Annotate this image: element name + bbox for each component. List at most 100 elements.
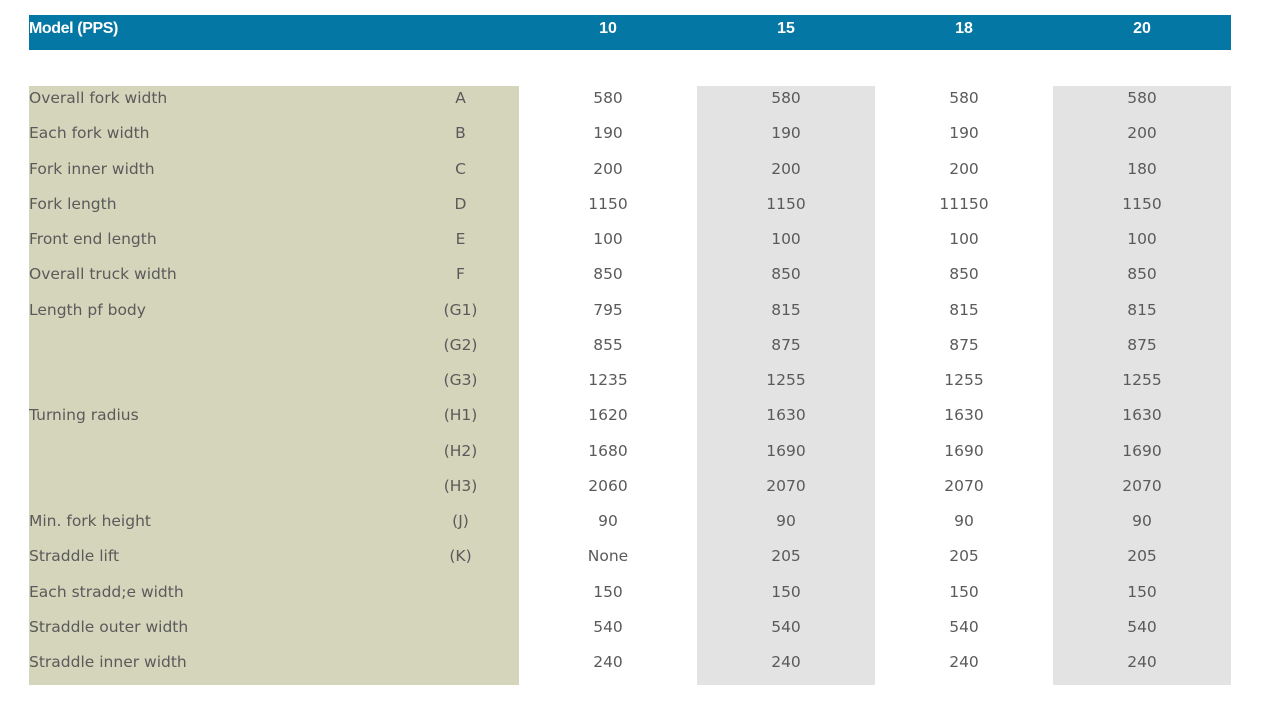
dimension-code: (G3) bbox=[443, 371, 478, 389]
dimension-code: (K) bbox=[449, 547, 472, 566]
spec-label: Length pf body bbox=[29, 300, 146, 319]
table-row: Straddle lift (K) None 205 205 205 bbox=[0, 539, 1264, 574]
value-model-18: 2070 bbox=[944, 476, 984, 495]
spec-label: Overall fork width bbox=[29, 89, 168, 107]
value-model-20: 815 bbox=[1127, 300, 1157, 319]
value-model-10: 2060 bbox=[588, 476, 628, 495]
table-row: (G3) 1235 1255 1255 1255 bbox=[0, 363, 1264, 398]
spec-label: Each fork width bbox=[29, 124, 150, 143]
value-model-20: 200 bbox=[1127, 124, 1157, 143]
value-model-15: 190 bbox=[771, 124, 801, 143]
table-header: Model (PPS) 10 15 18 20 bbox=[29, 15, 1231, 50]
value-model-10: 795 bbox=[593, 300, 623, 319]
value-model-10: 1235 bbox=[588, 371, 628, 389]
value-model-18: 1630 bbox=[944, 406, 984, 425]
value-model-15: 580 bbox=[771, 89, 801, 107]
dimension-code bbox=[400, 645, 521, 680]
value-model-18: 815 bbox=[949, 300, 979, 319]
value-model-18: 205 bbox=[949, 547, 979, 566]
value-model-18: 1255 bbox=[944, 371, 984, 389]
spec-label: Fork inner width bbox=[29, 159, 155, 178]
value-model-20: 2070 bbox=[1122, 476, 1162, 495]
dimension-code: (J) bbox=[452, 512, 469, 530]
value-model-10: 540 bbox=[593, 617, 623, 636]
dimension-code: D bbox=[454, 194, 467, 213]
value-model-18: 540 bbox=[949, 617, 979, 636]
dimension-code: (G1) bbox=[443, 300, 478, 319]
value-model-10: 150 bbox=[593, 582, 623, 601]
table-row: (H2) 1680 1690 1690 1690 bbox=[0, 434, 1264, 469]
dimension-code: (H2) bbox=[443, 441, 478, 460]
table-row: Turning radius (H1) 1620 1630 1630 1630 bbox=[0, 398, 1264, 433]
dimension-code: C bbox=[455, 159, 466, 178]
value-model-15: 100 bbox=[771, 230, 801, 248]
value-model-15: 2070 bbox=[766, 476, 806, 495]
value-model-15: 1690 bbox=[766, 441, 806, 460]
model-header-10: 10 bbox=[599, 20, 617, 37]
value-model-20: 1255 bbox=[1122, 371, 1162, 389]
value-model-15: 240 bbox=[771, 653, 801, 671]
spec-label: Min. fork height bbox=[29, 512, 151, 530]
dimension-code: (H3) bbox=[443, 476, 478, 495]
value-model-20: 540 bbox=[1127, 617, 1157, 636]
value-model-18: 875 bbox=[949, 335, 979, 354]
value-model-20: 180 bbox=[1127, 159, 1157, 178]
value-model-20: 150 bbox=[1127, 582, 1157, 601]
dimension-code: B bbox=[455, 124, 466, 143]
spec-label: Straddle lift bbox=[29, 547, 120, 566]
table-row: (G2) 855 875 875 875 bbox=[0, 328, 1264, 363]
table-row: Overall truck width F 850 850 850 850 bbox=[0, 257, 1264, 292]
dimension-code: A bbox=[455, 89, 466, 107]
table-row: Each fork width B 190 190 190 200 bbox=[0, 116, 1264, 151]
value-model-10: 190 bbox=[593, 124, 623, 143]
dimension-code: F bbox=[456, 265, 465, 284]
value-model-18: 150 bbox=[949, 582, 979, 601]
spec-label: Front end length bbox=[29, 230, 157, 248]
value-model-10: 240 bbox=[593, 653, 623, 671]
model-header-label: Model (PPS) bbox=[29, 20, 118, 37]
table-row: Straddle inner width 240 240 240 240 bbox=[0, 645, 1264, 680]
value-model-20: 1690 bbox=[1122, 441, 1162, 460]
value-model-18: 200 bbox=[949, 159, 979, 178]
value-model-18: 580 bbox=[949, 89, 979, 107]
value-model-15: 850 bbox=[771, 265, 801, 284]
value-model-20: 580 bbox=[1127, 89, 1157, 107]
spec-label: Straddle outer width bbox=[29, 617, 189, 636]
value-model-10: None bbox=[587, 547, 629, 566]
value-model-10: 1150 bbox=[588, 194, 628, 213]
value-model-15: 1630 bbox=[766, 406, 806, 425]
value-model-20: 205 bbox=[1127, 547, 1157, 566]
value-model-10: 850 bbox=[593, 265, 623, 284]
table-row: Min. fork height (J) 90 90 90 90 bbox=[0, 504, 1264, 539]
dimension-code: (H1) bbox=[443, 406, 478, 425]
value-model-15: 205 bbox=[771, 547, 801, 566]
value-model-18: 1690 bbox=[944, 441, 984, 460]
value-model-18: 100 bbox=[949, 230, 979, 248]
table-row: Fork inner width C 200 200 200 180 bbox=[0, 152, 1264, 187]
dimension-code: E bbox=[455, 230, 466, 248]
table-row: (H3) 2060 2070 2070 2070 bbox=[0, 469, 1264, 504]
value-model-15: 200 bbox=[771, 159, 801, 178]
value-model-10: 855 bbox=[593, 335, 623, 354]
value-model-10: 100 bbox=[593, 230, 623, 248]
value-model-10: 1680 bbox=[588, 441, 628, 460]
value-model-18: 190 bbox=[949, 124, 979, 143]
value-model-20: 240 bbox=[1127, 653, 1157, 671]
table-row: Fork length D 1150 1150 11150 1150 bbox=[0, 187, 1264, 222]
model-header-20: 20 bbox=[1133, 20, 1151, 37]
value-model-15: 540 bbox=[771, 617, 801, 636]
table-row: Straddle outer width 540 540 540 540 bbox=[0, 610, 1264, 645]
table-row: Length pf body (G1) 795 815 815 815 bbox=[0, 293, 1264, 328]
value-model-18: 90 bbox=[954, 512, 974, 530]
value-model-18: 850 bbox=[949, 265, 979, 284]
value-model-15: 90 bbox=[776, 512, 796, 530]
dimension-code bbox=[400, 610, 521, 645]
value-model-10: 580 bbox=[593, 89, 623, 107]
spec-label: Turning radius bbox=[29, 406, 139, 425]
value-model-20: 90 bbox=[1132, 512, 1152, 530]
table-row: Overall fork width A 580 580 580 580 bbox=[0, 81, 1264, 116]
spec-label: Straddle inner width bbox=[29, 653, 187, 671]
value-model-15: 150 bbox=[771, 582, 801, 601]
value-model-10: 200 bbox=[593, 159, 623, 178]
value-model-15: 875 bbox=[771, 335, 801, 354]
